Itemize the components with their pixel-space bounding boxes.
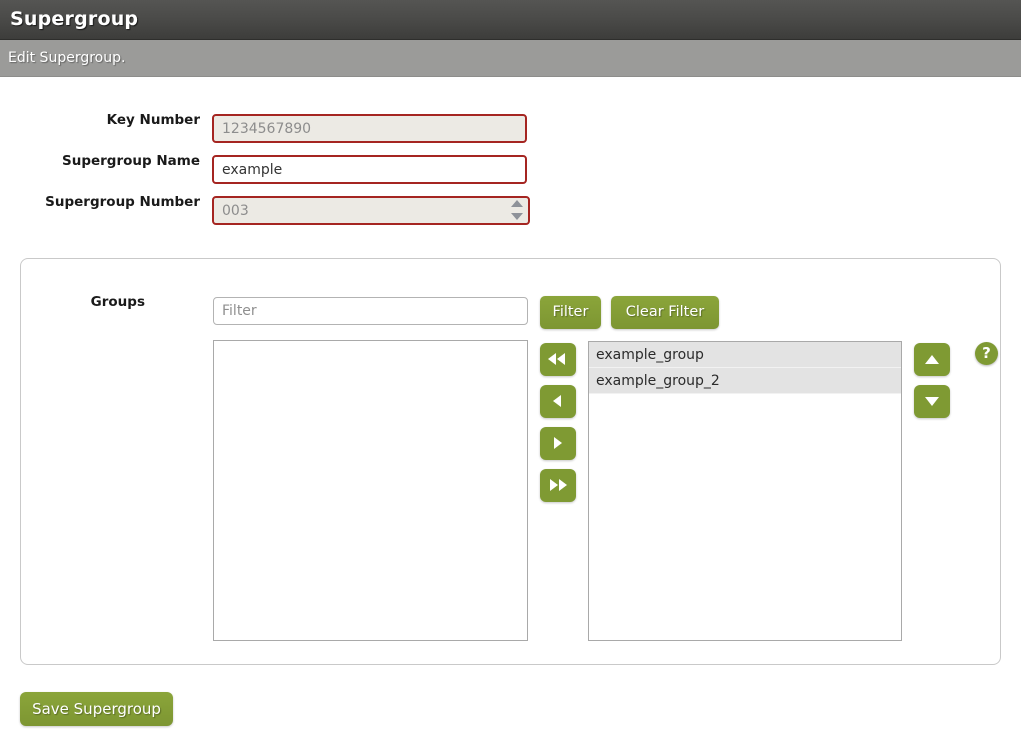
move-left-button[interactable] [540,385,576,418]
page-title: Supergroup [10,8,139,30]
clear-filter-button-label: Clear Filter [625,304,705,320]
supergroup-number-label: Supergroup Number [45,194,200,210]
move-right-button[interactable] [540,427,576,460]
stepper-up-icon[interactable] [511,200,523,207]
move-all-right-button[interactable] [540,469,576,502]
down-arrow-icon [925,397,939,406]
key-number-label: Key Number [106,112,200,128]
right-arrow-icon [554,437,562,449]
stepper-down-icon[interactable] [511,213,523,220]
groups-filter-input[interactable] [213,297,528,325]
save-supergroup-button[interactable]: Save Supergroup [20,692,173,726]
help-icon[interactable]: ? [975,342,998,365]
save-supergroup-button-label: Save Supergroup [32,700,161,718]
move-up-button[interactable] [914,343,950,376]
up-arrow-icon [925,355,939,364]
page-subtitle: Edit Supergroup. [8,50,126,66]
left-arrow-icon [553,395,561,407]
move-down-button[interactable] [914,385,950,418]
key-number-input[interactable] [212,114,527,143]
list-item[interactable]: example_group [589,342,901,368]
double-right-arrow-icon-2 [559,479,567,491]
supergroup-number-input[interactable] [212,196,530,225]
move-all-left-button[interactable] [540,343,576,376]
sub-title-bar: Edit Supergroup. [0,40,1021,77]
supergroup-name-label: Supergroup Name [61,153,200,169]
available-groups-list[interactable] [213,340,528,641]
supergroup-number-stepper[interactable] [511,199,525,225]
title-bar: Supergroup [0,0,1021,40]
filter-button[interactable]: Filter [540,296,601,329]
clear-filter-button[interactable]: Clear Filter [611,296,719,329]
supergroup-name-input[interactable] [212,155,527,184]
filter-button-label: Filter [552,304,589,320]
double-left-arrow-icon-2 [557,353,565,365]
double-left-arrow-icon [548,353,556,365]
selected-groups-list[interactable]: example_group example_group_2 [588,341,902,641]
list-item[interactable]: example_group_2 [589,368,901,394]
groups-label: Groups [90,294,145,310]
double-right-arrow-icon [550,479,558,491]
